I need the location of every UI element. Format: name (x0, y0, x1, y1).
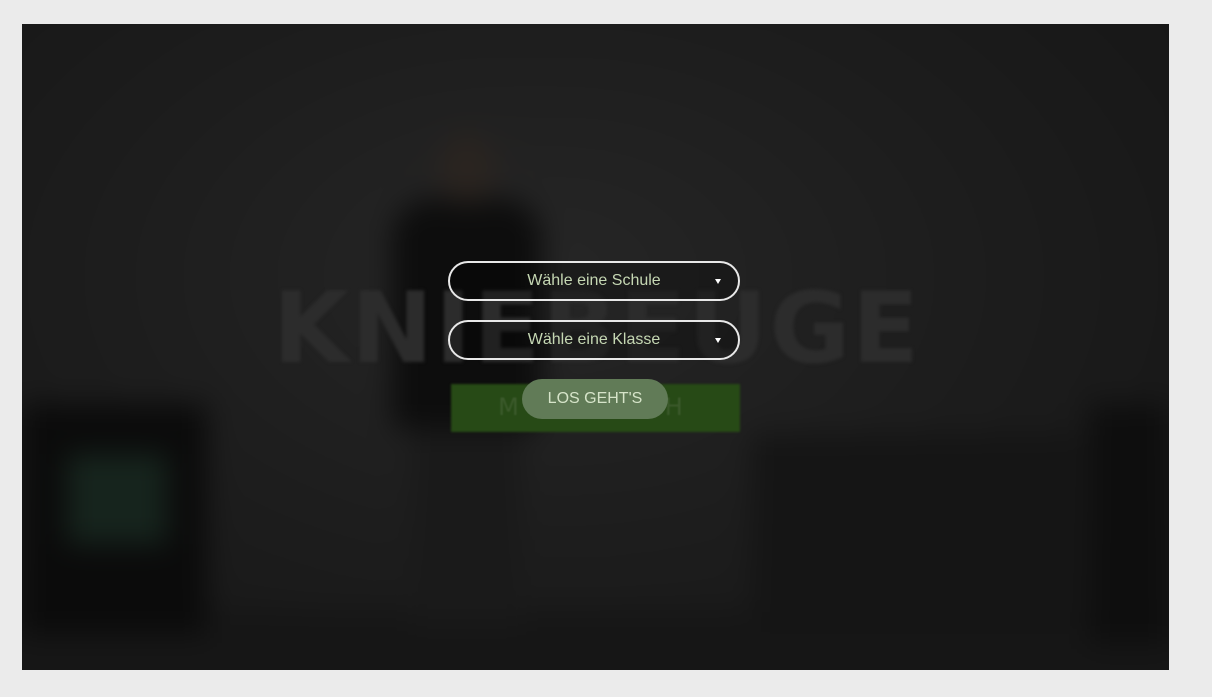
school-select[interactable]: Wähle eine Schule (448, 261, 740, 301)
video-stage: KNIEBEUGE MIT TECH Wähle eine Schule Wäh… (22, 24, 1169, 670)
start-button[interactable]: LOS GEHT'S (522, 379, 668, 419)
class-select-label: Wähle eine Klasse (527, 331, 661, 348)
school-select-label: Wähle eine Schule (527, 272, 661, 289)
class-select[interactable]: Wähle eine Klasse (448, 320, 740, 360)
caret-down-icon (715, 279, 721, 284)
caret-down-icon (715, 338, 721, 343)
